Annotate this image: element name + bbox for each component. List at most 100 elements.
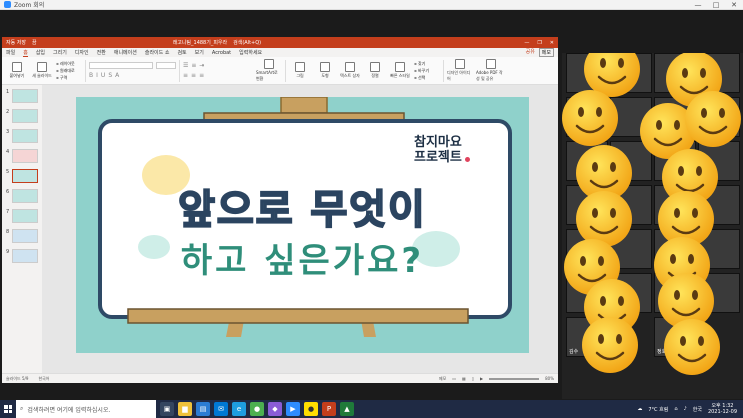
taskbar-search[interactable]: ⌕ 검색하려면 여기에 입력하십시오.: [16, 400, 156, 418]
tab-insert[interactable]: 삽입: [36, 49, 45, 56]
clipboard-icon: [12, 62, 22, 72]
tab-file[interactable]: 파일: [6, 49, 15, 56]
tab-transitions[interactable]: 전환: [97, 49, 106, 56]
weather-text[interactable]: 7°C 흐림: [648, 406, 668, 413]
picture-icon: [295, 62, 305, 72]
slide-thumb[interactable]: 3: [6, 129, 40, 144]
acrobat-button[interactable]: Adobe PDF 작성 및 공유: [476, 59, 506, 82]
store-icon[interactable]: ▤: [196, 402, 210, 416]
zoom-slider[interactable]: [489, 377, 540, 380]
maximize-button[interactable]: □: [707, 0, 725, 10]
font-size-select[interactable]: [156, 62, 176, 69]
file-explorer-icon[interactable]: ▆: [178, 402, 192, 416]
restore-icon[interactable]: ❐: [537, 40, 541, 46]
section-button[interactable]: 구역: [56, 75, 82, 81]
underline-icon[interactable]: U: [101, 72, 105, 79]
strike-icon[interactable]: S: [108, 72, 112, 79]
align-center-icon[interactable]: ≡: [191, 72, 196, 79]
close-button[interactable]: ✕: [725, 0, 743, 10]
zoom-app-icon[interactable]: ▶: [286, 402, 300, 416]
bullets-icon[interactable]: ☰: [183, 62, 188, 69]
arrange-button[interactable]: 정렬: [364, 62, 386, 79]
slide-thumb[interactable]: 1: [6, 89, 40, 104]
font-color-icon[interactable]: A: [115, 72, 119, 79]
bold-icon[interactable]: B: [89, 72, 93, 79]
picture-button[interactable]: 그림: [289, 62, 311, 79]
tab-view[interactable]: 보기: [195, 49, 204, 56]
slide-thumb[interactable]: 6: [6, 189, 40, 204]
tab-home[interactable]: 홈: [23, 49, 28, 57]
paste-button[interactable]: 붙여넣기: [6, 62, 28, 79]
close-icon[interactable]: ✕: [550, 40, 554, 46]
italic-icon[interactable]: I: [96, 72, 98, 79]
slide-thumb[interactable]: 2: [6, 109, 40, 124]
kakaotalk-icon[interactable]: ●: [304, 402, 318, 416]
current-slide[interactable]: 참지마요 프로젝트 앞으로 무엇이 하고 싶은가요?: [76, 97, 529, 353]
sorter-view-icon[interactable]: ▦: [462, 376, 466, 381]
slide-thumb[interactable]: 8: [6, 229, 40, 244]
pdf-icon: [486, 59, 496, 69]
zoom-level[interactable]: 80%: [545, 376, 554, 381]
align-right-icon[interactable]: ≡: [199, 72, 204, 79]
select-button[interactable]: 선택: [414, 75, 440, 81]
reading-view-icon[interactable]: ▯: [472, 376, 474, 381]
search-box[interactable]: 검색(Alt+Q): [233, 39, 261, 46]
mail-icon[interactable]: ✉: [214, 402, 228, 416]
tab-animations[interactable]: 애니메이션: [114, 49, 137, 56]
smartart-button[interactable]: SmartArt로 변환: [256, 59, 282, 82]
windows-taskbar: ⌕ 검색하려면 여기에 입력하십시오. ▣ ▆ ▤ ✉ e ● ◆ ▶ ● P …: [0, 400, 743, 418]
start-button[interactable]: [0, 400, 16, 418]
layout-button[interactable]: 레이아웃: [56, 61, 82, 67]
app-icon[interactable]: ◆: [268, 402, 282, 416]
task-view-icon[interactable]: ▣: [160, 402, 174, 416]
align-left-icon[interactable]: ≡: [183, 72, 188, 79]
powerpoint-window: 자동 저장 끔 래고니팀_1488기_피우라 검색(Alt+Q) — ❐ ✕ 파…: [2, 37, 558, 383]
tab-slideshow[interactable]: 슬라이드 쇼: [145, 49, 170, 56]
zoom-logo-icon: [4, 1, 11, 8]
textbox-button[interactable]: 텍스트 상자: [339, 62, 361, 79]
quick-styles-button[interactable]: 빠른 스타일: [389, 62, 411, 79]
autosave-toggle[interactable]: 끔: [32, 39, 37, 46]
volume-icon[interactable]: ♪: [684, 406, 687, 412]
numbering-icon[interactable]: ≡: [191, 62, 196, 69]
font-name-select[interactable]: [89, 62, 153, 69]
minimize-button[interactable]: —: [689, 0, 707, 10]
ime-indicator[interactable]: 한국: [693, 406, 702, 413]
new-slide-button[interactable]: 새 슬라이드: [31, 62, 53, 79]
app-icon[interactable]: ▲: [340, 402, 354, 416]
ribbon-divider: [443, 59, 444, 82]
tab-review[interactable]: 검토: [177, 49, 186, 56]
share-button[interactable]: 공유: [526, 48, 535, 57]
designer-button[interactable]: 디자인 아이디어: [447, 59, 473, 82]
document-title: 래고니팀_1488기_피우라: [172, 40, 228, 46]
chrome-icon[interactable]: ●: [250, 402, 264, 416]
system-tray: ☁ 7°C 흐림 ⌂ ♪ 한국 오후 1:32 2021-12-09: [637, 403, 743, 415]
powerpoint-app-icon[interactable]: P: [322, 402, 336, 416]
normal-view-icon[interactable]: ▭: [452, 376, 456, 381]
slide-thumb[interactable]: 7: [6, 209, 40, 224]
shapes-button[interactable]: 도형: [314, 62, 336, 79]
find-button[interactable]: 찾기: [414, 61, 440, 67]
tab-draw[interactable]: 그리기: [53, 49, 67, 56]
comment-button[interactable]: 메모: [538, 48, 554, 57]
tab-tell-me[interactable]: 입력하세요: [239, 49, 262, 56]
minimize-icon[interactable]: —: [524, 40, 529, 46]
edge-icon[interactable]: e: [232, 402, 246, 416]
new-slide-icon: [37, 62, 47, 72]
notes-button[interactable]: 메모: [439, 376, 446, 382]
slide-thumb[interactable]: 9: [6, 249, 40, 264]
slide-subline: 하고 싶은가요?: [180, 241, 425, 281]
replace-button[interactable]: 바꾸기: [414, 68, 440, 74]
network-icon[interactable]: ⌂: [674, 406, 677, 412]
reset-button[interactable]: 원래대로: [56, 68, 82, 74]
ribbon-divider: [85, 59, 86, 82]
clock[interactable]: 오후 1:32 2021-12-09: [708, 403, 737, 415]
language-indicator[interactable]: 한국어: [38, 376, 49, 382]
tab-acrobat[interactable]: Acrobat: [212, 50, 231, 56]
smiley-mask-icon: [562, 88, 620, 148]
indent-icon[interactable]: ⇥: [199, 62, 204, 69]
slide-thumb[interactable]: 4: [6, 149, 40, 164]
slideshow-view-icon[interactable]: ▶: [480, 376, 483, 381]
tab-design[interactable]: 디자인: [75, 49, 89, 56]
slide-thumb-selected[interactable]: 5: [6, 169, 40, 184]
